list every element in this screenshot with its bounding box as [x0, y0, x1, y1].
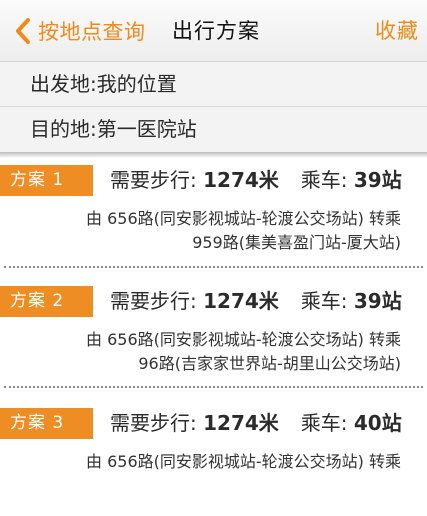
walk-value: 1274米: [203, 168, 279, 192]
origin-value: 我的位置: [96, 72, 177, 96]
plan-item[interactable]: 方案 1 需要步行: 1274米 乘车: 39站 由 656路(同安影视城站-轮渡…: [0, 155, 427, 273]
ride-label: 乘车:: [300, 411, 348, 435]
back-button-label: 按地点查询: [38, 20, 146, 44]
plan-route-line: 959路(集美喜盈门站-厦大站): [192, 233, 401, 252]
plan-description: 由 656路(同安影视城站-轮渡公交场站) 转乘 96路(吉家家世界站-胡里山公…: [11, 328, 401, 376]
destination-row: 目的地:第一医院站: [0, 107, 427, 152]
ride-value: 39站: [353, 168, 402, 192]
plan-tag: 方案 1: [0, 165, 93, 196]
destination-label: 目的地:: [30, 117, 97, 141]
ride-label: 乘车:: [300, 289, 348, 313]
favorite-button[interactable]: 收藏: [375, 14, 419, 48]
plan-route-line: 96路(吉家家世界站-胡里山公交场站): [138, 354, 401, 373]
walk-label: 需要步行:: [110, 289, 197, 313]
plan-divider: [4, 266, 423, 268]
walk-label: 需要步行:: [110, 411, 197, 435]
plan-description: 由 656路(同安影视城站-轮渡公交场站) 转乘: [11, 450, 401, 474]
plan-summary: 需要步行: 1274米 乘车: 39站: [110, 284, 402, 318]
origin-row: 出发地:我的位置: [0, 62, 427, 107]
plan-route-line: 由 656路(同安影视城站-轮渡公交场站) 转乘: [86, 330, 401, 349]
plan-route-line: 由 656路(同安影视城站-轮渡公交场站) 转乘: [86, 452, 401, 471]
plan-item[interactable]: 方案 3 需要步行: 1274米 乘车: 40站 由 656路(同安影视城站-轮渡…: [0, 398, 427, 516]
plan-item[interactable]: 方案 2 需要步行: 1274米 乘车: 39站 由 656路(同安影视城站-轮渡…: [0, 276, 427, 394]
route-info: 出发地:我的位置 目的地:第一医院站: [0, 62, 427, 152]
ride-label: 乘车:: [300, 168, 348, 192]
destination-value: 第一医院站: [96, 117, 197, 141]
chevron-left-icon: [16, 18, 30, 44]
nav-bar: 按地点查询 出行方案 收藏: [0, 0, 427, 62]
back-button[interactable]: 按地点查询: [10, 14, 146, 48]
plan-summary: 需要步行: 1274米 乘车: 39站: [110, 163, 402, 197]
origin-label: 出发地:: [30, 72, 97, 96]
plan-description: 由 656路(同安影视城站-轮渡公交场站) 转乘 959路(集美喜盈门站-厦大站…: [11, 207, 401, 255]
ride-value: 40站: [353, 411, 402, 435]
page-title: 出行方案: [172, 19, 260, 43]
plan-tag: 方案 3: [0, 408, 93, 439]
plan-tag: 方案 2: [0, 286, 93, 317]
walk-value: 1274米: [203, 411, 279, 435]
walk-value: 1274米: [203, 289, 279, 313]
plan-route-line: 由 656路(同安影视城站-轮渡公交场站) 转乘: [86, 209, 401, 228]
plan-divider: [4, 386, 423, 388]
plan-summary: 需要步行: 1274米 乘车: 40站: [110, 406, 402, 440]
ride-value: 39站: [353, 289, 402, 313]
walk-label: 需要步行:: [110, 168, 197, 192]
